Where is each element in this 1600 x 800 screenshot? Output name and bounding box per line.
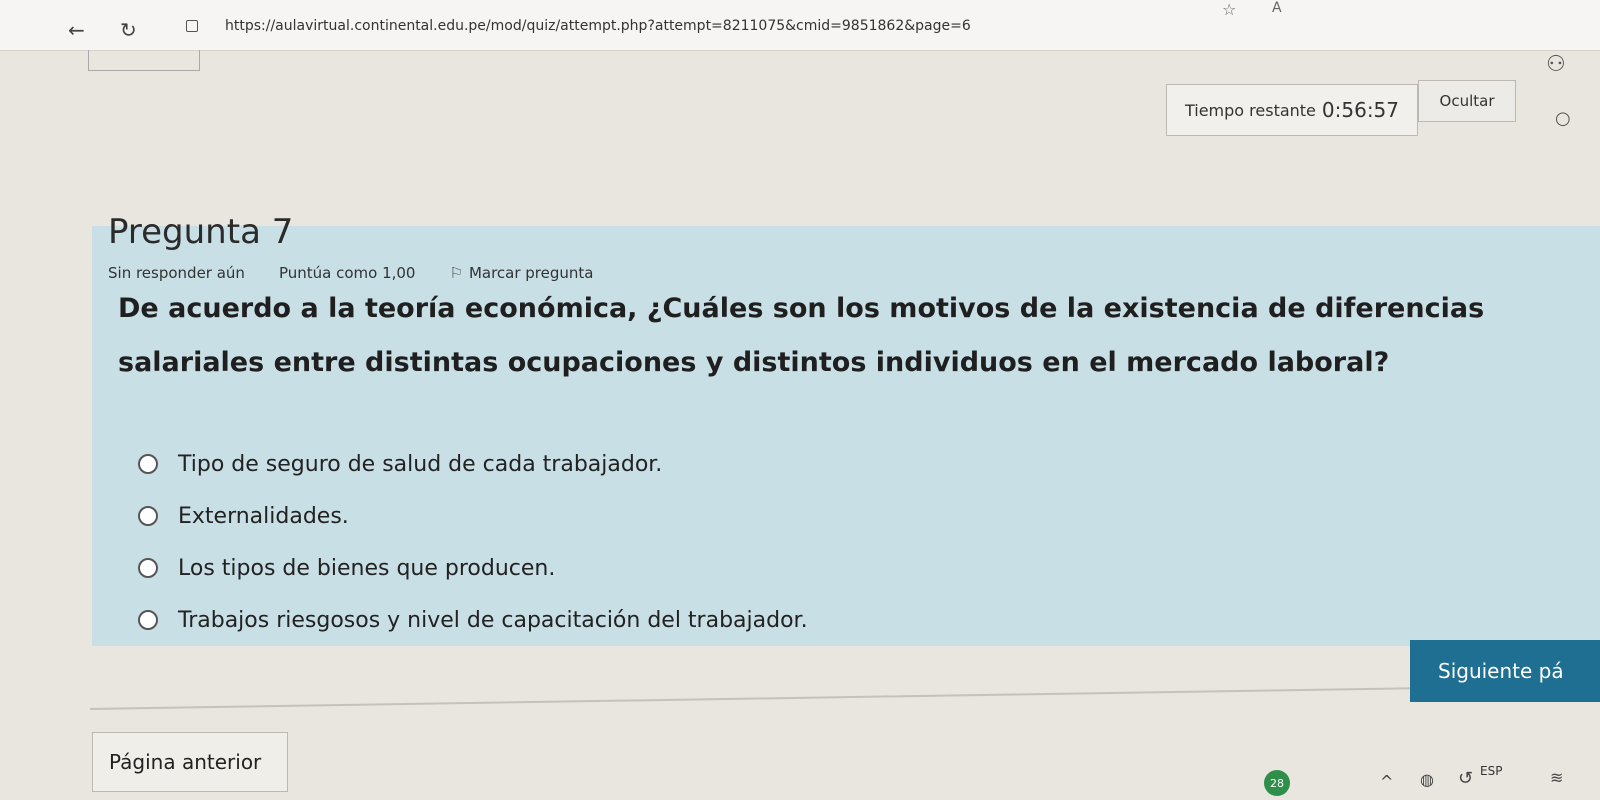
answer-option-label: Los tipos de bienes que producen. (178, 555, 556, 581)
radio-button[interactable] (138, 506, 158, 526)
answer-option[interactable]: Externalidades. (138, 490, 1038, 542)
address-bar[interactable]: https://aulavirtual.continental.edu.pe/m… (225, 18, 971, 34)
time-remaining-box: Tiempo restante 0:56:57 (1166, 84, 1418, 136)
question-score: Puntúa como 1,00 (278, 264, 416, 282)
flag-question-link[interactable]: ⚐ Marcar pregunta (449, 264, 593, 282)
favorites-star-icon[interactable]: ☆ (1222, 0, 1236, 19)
taskbar: 28 ^ ◍ ↺ ESP ≋ (1230, 760, 1600, 800)
chat-icon[interactable]: ○ (1555, 108, 1571, 129)
answer-option-label: Externalidades. (178, 503, 349, 529)
question-text: De acuerdo a la teoría económica, ¿Cuále… (118, 293, 1485, 378)
question-info: Sin responder aún Puntúa como 1,00 ⚐ Mar… (108, 264, 593, 282)
answer-option-label: Trabajos riesgosos y nivel de capacitaci… (178, 607, 808, 633)
flag-icon: ⚐ (449, 264, 463, 282)
answer-option[interactable]: Tipo de seguro de salud de cada trabajad… (138, 438, 1038, 490)
wifi-icon[interactable]: ≋ (1550, 768, 1563, 787)
user-icon[interactable]: ⚇ (1546, 52, 1566, 77)
language-indicator[interactable]: ESP (1480, 764, 1502, 778)
divider (89, 684, 1600, 710)
answer-option[interactable]: Trabajos riesgosos y nivel de capacitaci… (138, 594, 1038, 646)
tray-app-icon[interactable]: ◍ (1420, 770, 1434, 789)
weather-badge[interactable]: 28 (1264, 770, 1290, 796)
show-hidden-icons-caret-icon[interactable]: ^ (1380, 772, 1393, 791)
browser-toolbar: ← ↻ https://aulavirtual.continental.edu.… (0, 0, 1600, 51)
lock-icon (186, 20, 198, 32)
page-tab-stub (88, 50, 200, 71)
hide-timer-button[interactable]: Ocultar (1418, 80, 1516, 122)
time-remaining-value: 0:56:57 (1321, 98, 1400, 122)
tray-sync-icon[interactable]: ↺ (1458, 768, 1473, 789)
answer-option-label: Tipo de seguro de salud de cada trabajad… (178, 451, 663, 477)
question-title: Pregunta 7 (108, 212, 294, 252)
answer-option[interactable]: Los tipos de bienes que producen. (138, 542, 1038, 594)
read-aloud-icon[interactable]: A (1272, 0, 1282, 16)
next-page-button[interactable]: Siguiente pá (1410, 640, 1600, 702)
answer-options: Tipo de seguro de salud de cada trabajad… (138, 438, 1038, 646)
flag-question-label: Marcar pregunta (468, 264, 594, 282)
previous-page-button[interactable]: Página anterior (92, 732, 288, 792)
radio-button[interactable] (138, 610, 158, 630)
radio-button[interactable] (138, 454, 158, 474)
back-arrow-icon[interactable]: ← (68, 18, 85, 42)
time-remaining-label: Tiempo restante (1184, 100, 1316, 120)
reload-icon[interactable]: ↻ (120, 18, 137, 42)
radio-button[interactable] (138, 558, 158, 578)
question-status: Sin responder aún (108, 264, 245, 282)
